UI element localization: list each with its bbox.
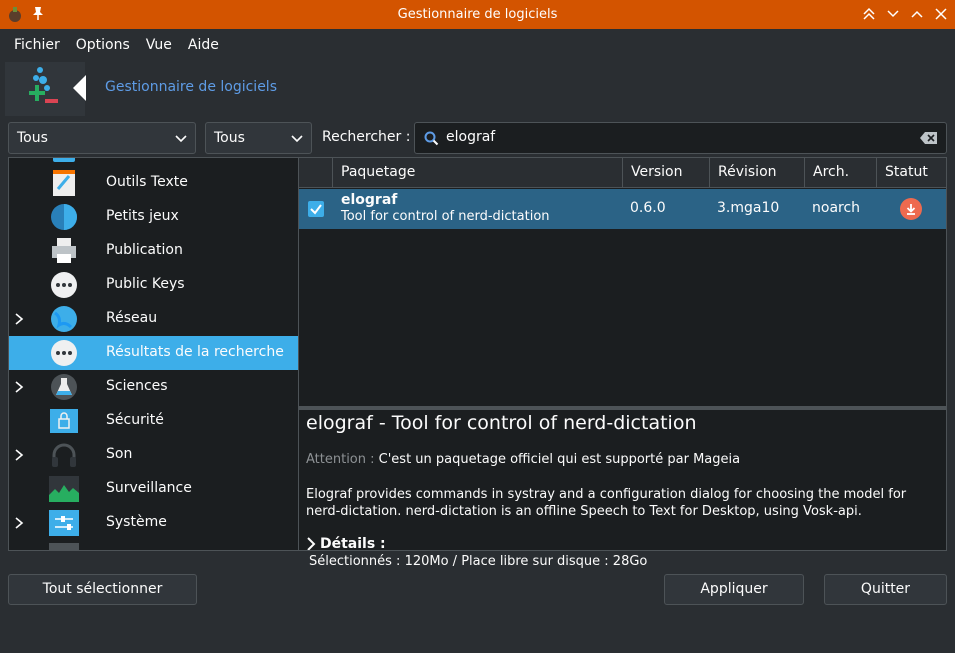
category-item-securite[interactable]: Sécurité	[9, 404, 298, 438]
menu-fichier[interactable]: Fichier	[6, 37, 68, 53]
pin-icon[interactable]	[31, 6, 45, 20]
column-header-revision[interactable]: Révision	[709, 158, 804, 188]
package-summary: Tool for control of nerd-dictation	[341, 209, 550, 224]
details-attention: Attention : C'est un paquetage officiel …	[306, 452, 740, 467]
category-label: Petits jeux	[106, 208, 179, 224]
category-item-systeme[interactable]: Système	[9, 506, 298, 540]
column-header-statut[interactable]: Statut	[876, 158, 946, 188]
category-item-petits-jeux[interactable]: Petits jeux	[9, 200, 298, 234]
chevron-right-icon[interactable]	[14, 313, 24, 325]
search-input[interactable]: elograf	[414, 122, 947, 154]
category-label: Résultats de la recherche	[106, 344, 284, 360]
chevron-right-icon[interactable]	[14, 449, 24, 461]
install-icon[interactable]	[900, 198, 922, 220]
flask-icon	[51, 374, 77, 400]
search-value: elograf	[446, 129, 496, 145]
clear-icon[interactable]	[920, 131, 938, 145]
headphones-icon	[52, 443, 76, 467]
column-header-paquetage[interactable]: Paquetage	[332, 158, 622, 188]
chevron-right-icon[interactable]	[14, 517, 24, 529]
menu-aide[interactable]: Aide	[180, 37, 227, 53]
category-item-surveillance[interactable]: Surveillance	[9, 472, 298, 506]
chevron-down-icon	[175, 135, 187, 143]
category-list[interactable]: Outils Texte Petits jeux Publication Pub…	[8, 157, 299, 551]
settings-panel-icon	[49, 510, 79, 536]
window-title: Gestionnaire de logiciels	[397, 7, 558, 22]
lock-icon	[50, 409, 78, 433]
category-item-public-keys[interactable]: Public Keys	[9, 268, 298, 302]
category-label: Surveillance	[106, 480, 192, 496]
banner-arrow	[73, 75, 86, 101]
more-icon	[51, 272, 77, 298]
type-filter-select[interactable]: Tous	[205, 122, 312, 154]
chevron-down-icon	[291, 135, 303, 143]
title-bar: Gestionnaire de logiciels	[0, 0, 955, 29]
category-item-resultats-recherche[interactable]: Résultats de la recherche	[9, 336, 298, 370]
printer-icon	[52, 238, 76, 263]
package-table[interactable]: Paquetage Version Révision Arch. Statut …	[299, 157, 947, 407]
package-name: elograf	[341, 192, 398, 208]
package-checkbox[interactable]	[308, 201, 324, 217]
apply-button[interactable]: Appliquer	[664, 574, 804, 605]
category-label: Outils Texte	[106, 174, 188, 190]
menu-vue[interactable]: Vue	[138, 37, 180, 53]
small-games-icon	[51, 204, 77, 230]
partial-category-icon	[53, 158, 75, 162]
media-filter-select[interactable]: Tous	[8, 122, 196, 154]
category-label: Sciences	[106, 378, 168, 394]
details-title: elograf - Tool for control of nerd-dicta…	[306, 412, 697, 434]
category-label: Sécurité	[106, 412, 164, 428]
category-label: Publication	[106, 242, 183, 258]
attention-label: Attention :	[306, 452, 375, 467]
category-item-sciences[interactable]: Sciences	[9, 370, 298, 404]
menu-bar: Fichier Options Vue Aide	[0, 29, 955, 61]
category-item-outils-texte[interactable]: Outils Texte	[9, 166, 298, 200]
banner-title: Gestionnaire de logiciels	[105, 79, 277, 95]
category-label: Son	[106, 446, 133, 462]
more-icon	[51, 340, 77, 366]
keep-above-icon[interactable]	[861, 6, 877, 22]
package-version: 0.6.0	[630, 200, 666, 216]
search-icon	[424, 131, 439, 146]
chevron-right-icon	[307, 537, 316, 550]
column-header-version[interactable]: Version	[622, 158, 709, 188]
details-panel: elograf - Tool for control of nerd-dicta…	[299, 407, 947, 551]
details-expander-label: Détails :	[320, 536, 386, 551]
text-tools-icon	[53, 170, 75, 196]
maximize-icon[interactable]	[909, 6, 925, 22]
category-item-son[interactable]: Son	[9, 438, 298, 472]
category-label: Public Keys	[106, 276, 185, 292]
table-row[interactable]: elograf Tool for control of nerd-dictati…	[299, 189, 946, 229]
package-arch: noarch	[812, 200, 861, 216]
search-label: Rechercher :	[322, 129, 411, 145]
column-header-arch[interactable]: Arch.	[804, 158, 876, 188]
media-filter-value: Tous	[17, 130, 48, 146]
chevron-right-icon[interactable]	[14, 381, 24, 393]
app-icon	[9, 7, 21, 22]
monitor-chart-icon	[49, 476, 79, 502]
close-icon[interactable]	[933, 6, 949, 22]
details-description: Elograf provides commands in systray and…	[306, 487, 907, 519]
category-item-publication[interactable]: Publication	[9, 234, 298, 268]
select-all-button[interactable]: Tout sélectionner	[8, 574, 197, 605]
attention-text: C'est un paquetage officiel qui est supp…	[378, 452, 741, 467]
details-expander[interactable]: Détails :	[306, 536, 386, 551]
status-text: Sélectionnés : 120Mo / Place libre sur d…	[309, 554, 648, 569]
package-revision: 3.mga10	[717, 200, 780, 216]
category-label: Système	[106, 514, 167, 530]
check-icon	[310, 204, 322, 215]
quit-button[interactable]: Quitter	[824, 574, 947, 605]
globe-icon	[51, 306, 77, 332]
table-header: Paquetage Version Révision Arch. Statut	[299, 158, 946, 188]
category-label: Réseau	[106, 310, 158, 326]
menu-options[interactable]: Options	[68, 37, 138, 53]
partial-category-icon	[49, 543, 79, 550]
type-filter-value: Tous	[214, 130, 245, 146]
minimize-icon[interactable]	[885, 6, 901, 22]
category-item-reseau[interactable]: Réseau	[9, 302, 298, 336]
